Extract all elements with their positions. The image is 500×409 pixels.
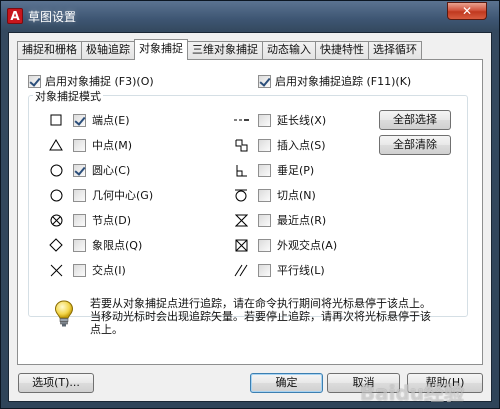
- mode-midpoint[interactable]: 中点(M): [48, 137, 132, 153]
- snap-modes-title: 对象捕捉模式: [33, 88, 103, 104]
- quadrant-checkbox[interactable]: [73, 238, 86, 252]
- perpendicular-icon: [233, 162, 249, 178]
- intersection-checkbox[interactable]: [73, 263, 86, 277]
- midpoint-label: 中点(M): [92, 139, 133, 152]
- mode-nearest[interactable]: 最近点(R): [233, 212, 326, 228]
- autocad-logo-icon: A: [7, 8, 23, 24]
- tracking-hint-text: 若要从对象捕捉点进行追踪，请在命令执行期间将光标悬停于该点上。当移动光标时会出现…: [90, 297, 431, 336]
- circle-icon: [48, 187, 64, 203]
- mode-geometric-center[interactable]: 几何中心(G): [48, 187, 153, 203]
- nearest-checkbox[interactable]: [258, 213, 271, 227]
- title-bar[interactable]: A 草图设置 ✕: [1, 1, 499, 31]
- enable-tracking-checkbox[interactable]: [258, 74, 271, 88]
- tab-selection-cycling[interactable]: 选择循环: [368, 41, 422, 59]
- tangent-icon: [233, 187, 249, 203]
- tab-object-snap[interactable]: 对象捕捉: [134, 39, 188, 60]
- tab-dynamic-input[interactable]: 动态输入: [262, 41, 316, 59]
- circle-icon: [48, 162, 64, 178]
- parallel-label: 平行线(L): [277, 264, 325, 277]
- node-checkbox[interactable]: [73, 213, 86, 227]
- tangent-checkbox[interactable]: [258, 188, 271, 202]
- square-icon: [48, 112, 64, 128]
- apparent-intersection-icon: [233, 237, 249, 253]
- node-label: 节点(D): [92, 214, 132, 227]
- enable-osnap-row[interactable]: 启用对象捕捉 (F3)(O): [28, 73, 154, 89]
- help-button[interactable]: 帮助(H): [407, 373, 483, 393]
- perpendicular-checkbox[interactable]: [258, 163, 271, 177]
- nearest-icon: [233, 212, 249, 228]
- insertion-label: 插入点(S): [277, 139, 326, 152]
- intersection-label: 交点(I): [92, 264, 126, 277]
- enable-osnap-checkbox[interactable]: [28, 74, 41, 88]
- object-snap-panel: 启用对象捕捉 (F3)(O) 启用对象捕捉追踪 (F11)(K) 对象捕捉模式 …: [17, 59, 483, 365]
- select-all-button[interactable]: 全部选择: [379, 110, 451, 130]
- mode-tangent[interactable]: 切点(N): [233, 187, 316, 203]
- insertion-checkbox[interactable]: [258, 138, 271, 152]
- midpoint-checkbox[interactable]: [73, 138, 86, 152]
- mode-perpendicular[interactable]: 垂足(P): [233, 162, 314, 178]
- extension-checkbox[interactable]: [258, 113, 271, 127]
- enable-tracking-row[interactable]: 启用对象捕捉追踪 (F11)(K): [258, 73, 411, 89]
- ok-button[interactable]: 确定: [250, 373, 323, 393]
- mode-apparent-intersection[interactable]: 外观交点(A): [233, 237, 337, 253]
- close-button[interactable]: ✕: [447, 2, 487, 20]
- mode-parallel[interactable]: 平行线(L): [233, 262, 325, 278]
- tab-strip: 捕捉和栅格 极轴追踪 对象捕捉 三维对象捕捉 动态输入 快捷特性 选择循环: [17, 39, 422, 60]
- triangle-icon: [48, 137, 64, 153]
- tangent-label: 切点(N): [277, 189, 316, 202]
- enable-osnap-label: 启用对象捕捉 (F3)(O): [45, 75, 154, 88]
- parallel-checkbox[interactable]: [258, 263, 271, 277]
- center-label: 圆心(C): [92, 164, 131, 177]
- tab-snap-grid[interactable]: 捕捉和栅格: [17, 41, 82, 59]
- mode-extension[interactable]: 延长线(X): [233, 112, 326, 128]
- endpoint-checkbox[interactable]: [73, 113, 86, 127]
- quadrant-label: 象限点(Q): [92, 239, 143, 252]
- tab-quick-properties[interactable]: 快捷特性: [315, 41, 369, 59]
- mode-center[interactable]: 圆心(C): [48, 162, 130, 178]
- endpoint-label: 端点(E): [92, 114, 130, 127]
- enable-tracking-label: 启用对象捕捉追踪 (F11)(K): [275, 75, 412, 88]
- perpendicular-label: 垂足(P): [277, 164, 315, 177]
- extension-icon: [233, 112, 249, 128]
- tab-3d-object-snap[interactable]: 三维对象捕捉: [187, 41, 263, 59]
- parallel-icon: [233, 262, 249, 278]
- dialog-window: A 草图设置 ✕ 捕捉和栅格 极轴追踪 对象捕捉 三维对象捕捉 动态输入 快捷特…: [0, 0, 500, 409]
- window-title: 草图设置: [28, 10, 77, 24]
- tab-polar-tracking[interactable]: 极轴追踪: [81, 41, 135, 59]
- insert-icon: [233, 137, 249, 153]
- mode-node[interactable]: 节点(D): [48, 212, 131, 228]
- options-button[interactable]: 选项(T)...: [18, 373, 94, 393]
- clear-all-button[interactable]: 全部清除: [379, 135, 451, 155]
- mode-insertion[interactable]: 插入点(S): [233, 137, 326, 153]
- mode-intersection[interactable]: 交点(I): [48, 262, 126, 278]
- diamond-icon: [48, 237, 64, 253]
- geometric-center-label: 几何中心(G): [92, 189, 154, 202]
- lightbulb-icon: [54, 300, 74, 331]
- geometric-center-checkbox[interactable]: [73, 188, 86, 202]
- nearest-label: 最近点(R): [277, 214, 327, 227]
- cancel-button[interactable]: 取消: [327, 373, 400, 393]
- extension-label: 延长线(X): [277, 114, 327, 127]
- cross-icon: [48, 262, 64, 278]
- apparent-intersection-checkbox[interactable]: [258, 238, 271, 252]
- mode-endpoint[interactable]: 端点(E): [48, 112, 130, 128]
- mode-quadrant[interactable]: 象限点(Q): [48, 237, 142, 253]
- center-checkbox[interactable]: [73, 163, 86, 177]
- apparent-intersection-label: 外观交点(A): [277, 239, 338, 252]
- node-icon: [48, 212, 64, 228]
- dialog-client: 捕捉和栅格 极轴追踪 对象捕捉 三维对象捕捉 动态输入 快捷特性 选择循环 启用…: [8, 32, 492, 402]
